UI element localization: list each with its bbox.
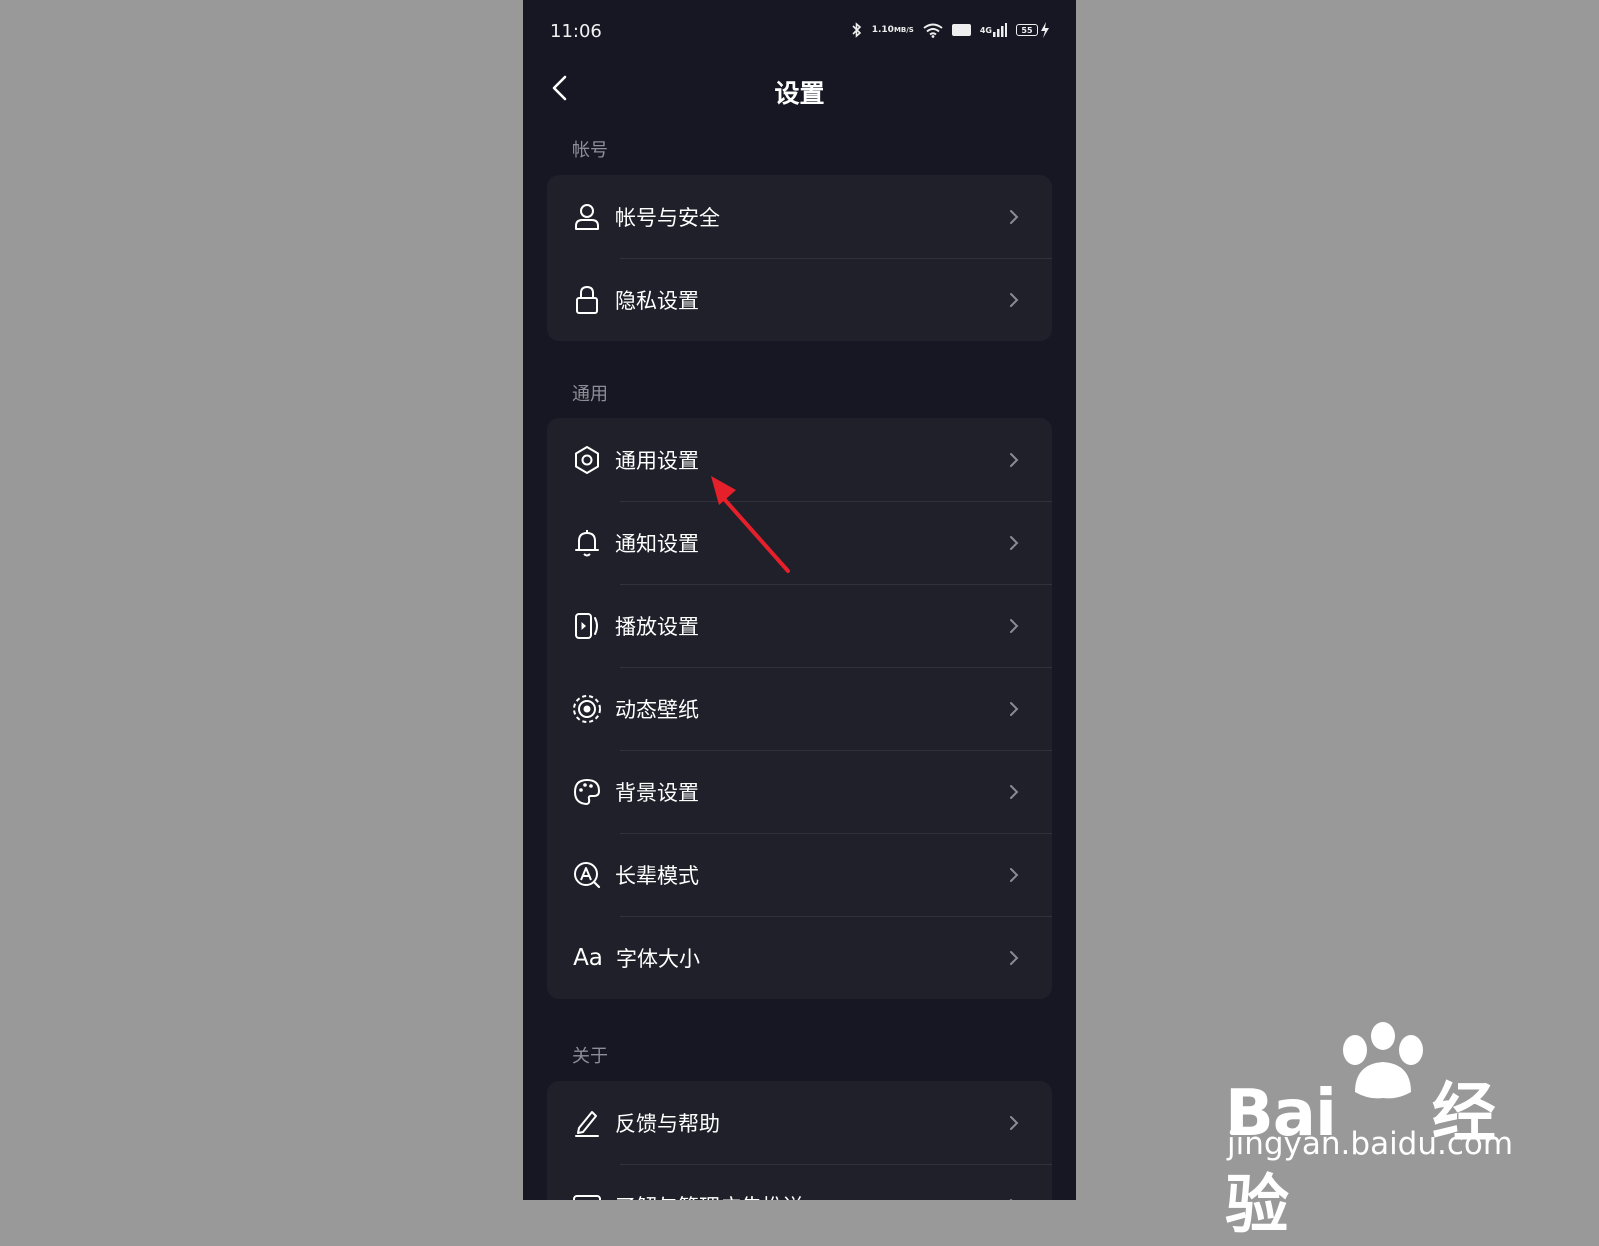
chevron-right-icon [1006, 1115, 1022, 1131]
battery-indicator: 55 [1016, 22, 1050, 38]
menu-item-label: 播放设置 [615, 614, 699, 639]
chevron-right-icon [1006, 867, 1022, 883]
chevron-right-icon [1006, 292, 1022, 308]
ad-icon [572, 1191, 602, 1200]
about-card: 反馈与帮助 了解与管理广告推送 [547, 1081, 1052, 1200]
menu-item-ad-management[interactable]: 了解与管理广告推送 [547, 1164, 1052, 1200]
pen-icon [572, 1108, 602, 1138]
menu-item-account-security[interactable]: 帐号与安全 [547, 175, 1052, 258]
status-bar: 11:06 1.10 MB/S HD 4G 55 [523, 0, 1076, 62]
wifi-icon [923, 23, 943, 38]
general-card: 通用设置 通知设置 播放设置 动态壁纸 背景设置 长辈模式 Aa 字体大小 [547, 418, 1052, 999]
dynamic-wallpaper-icon [572, 694, 602, 724]
page-title: 设置 [774, 79, 825, 108]
menu-item-notification-settings[interactable]: 通知设置 [547, 501, 1052, 584]
menu-item-feedback-help[interactable]: 反馈与帮助 [547, 1081, 1052, 1164]
menu-item-label: 隐私设置 [615, 288, 699, 313]
chevron-right-icon [1006, 209, 1022, 225]
menu-item-elder-mode[interactable]: 长辈模式 [547, 833, 1052, 916]
menu-item-label: 反馈与帮助 [615, 1111, 720, 1136]
lock-icon [572, 285, 602, 315]
hd-badge: HD [951, 24, 971, 36]
section-label-account: 帐号 [572, 140, 608, 161]
network-speed: 1.10 MB/S [871, 24, 914, 35]
chevron-right-icon [1006, 535, 1022, 551]
network-speed-value: 1.10 [871, 24, 894, 35]
gear-icon [572, 445, 602, 475]
menu-item-label: 通用设置 [615, 448, 699, 473]
nav-bar: 设置 [523, 62, 1076, 118]
palette-icon [572, 777, 602, 807]
menu-item-background-settings[interactable]: 背景设置 [547, 750, 1052, 833]
menu-item-dynamic-wallpaper[interactable]: 动态壁纸 [547, 667, 1052, 750]
menu-item-label: 背景设置 [615, 780, 699, 805]
bell-icon [572, 528, 602, 558]
battery-level: 55 [1016, 24, 1038, 36]
chevron-right-icon [1006, 950, 1022, 966]
menu-item-font-size[interactable]: Aa 字体大小 [547, 916, 1052, 999]
section-label-general: 通用 [572, 384, 608, 405]
chevron-right-icon [1006, 784, 1022, 800]
signal-label: 4G [979, 25, 992, 35]
phone-screen: 11:06 1.10 MB/S HD 4G 55 设置 帐号 帐号与安全 隐私设… [523, 0, 1076, 1200]
status-time: 11:06 [550, 21, 602, 42]
chevron-right-icon [1006, 701, 1022, 717]
menu-item-label: 了解与管理广告推送 [615, 1191, 1006, 1201]
menu-item-label: 帐号与安全 [615, 205, 720, 230]
account-card: 帐号与安全 隐私设置 [547, 175, 1052, 341]
menu-item-privacy[interactable]: 隐私设置 [547, 258, 1052, 341]
chevron-right-icon [1006, 618, 1022, 634]
elder-mode-icon [572, 860, 602, 890]
menu-item-label: 动态壁纸 [615, 697, 699, 722]
menu-item-label: 字体大小 [616, 946, 700, 971]
network-speed-unit: MB/S [893, 25, 914, 34]
watermark-url: jingyan.baidu.com [1227, 1126, 1514, 1162]
menu-item-label: 长辈模式 [615, 863, 699, 888]
user-icon [572, 202, 602, 232]
cell-signal-icon: 4G [980, 23, 1007, 37]
section-label-about: 关于 [572, 1046, 608, 1067]
baidu-jingyan-watermark: Bai 经验 jingyan.baidu.com [1225, 1022, 1515, 1243]
menu-item-general-settings[interactable]: 通用设置 [547, 418, 1052, 501]
font-size-icon: Aa [573, 944, 603, 971]
chevron-right-icon [1006, 452, 1022, 468]
menu-item-label: 通知设置 [615, 531, 699, 556]
menu-item-playback-settings[interactable]: 播放设置 [547, 584, 1052, 667]
play-phone-icon [572, 611, 602, 641]
bluetooth-icon [851, 22, 863, 38]
status-icons: 1.10 MB/S HD 4G 55 [851, 22, 1050, 38]
